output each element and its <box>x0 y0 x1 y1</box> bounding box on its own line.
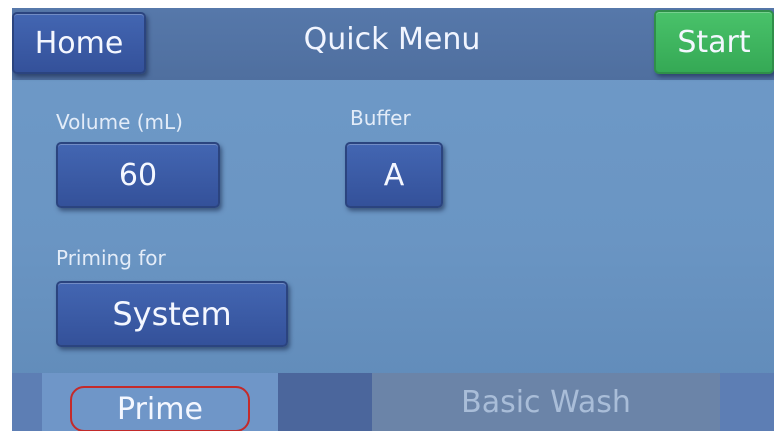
tab-bar-edge-left <box>12 373 42 431</box>
screen-title: Quick Menu <box>303 22 481 57</box>
tab-bar-edge-right <box>720 373 774 431</box>
buffer-label: Buffer <box>350 106 411 130</box>
tab-basic-wash[interactable]: Basic Wash <box>372 373 720 431</box>
volume-button[interactable]: 60 <box>56 142 220 208</box>
tab-prime-label[interactable]: Prime <box>70 386 250 431</box>
start-button[interactable]: Start <box>654 10 774 74</box>
buffer-button[interactable]: A <box>345 142 443 208</box>
priming-button[interactable]: System <box>56 281 288 347</box>
home-button[interactable]: Home <box>12 12 146 74</box>
device-screen: Home Quick Menu Start Volume (mL) 60 Buf… <box>12 8 774 431</box>
priming-label: Priming for <box>56 246 166 270</box>
volume-label: Volume (mL) <box>56 110 183 134</box>
